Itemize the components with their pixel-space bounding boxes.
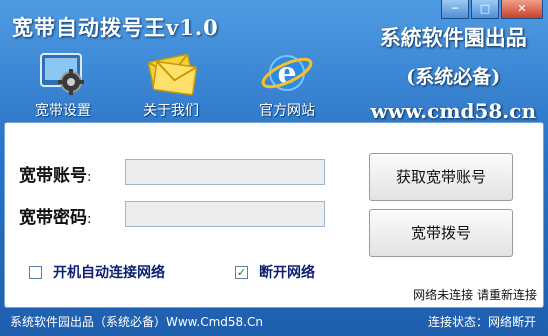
close-button[interactable]: ✕ (501, 0, 543, 19)
disconnect-label: 断开网络 (259, 265, 315, 281)
account-input[interactable] (125, 159, 325, 185)
settings-gear-icon (35, 50, 91, 96)
status-bar: 系统软件园出品（系统必备）Www.Cmd58.Cn 连接状态：网络断开 (0, 308, 548, 336)
maximize-button[interactable]: □ (471, 0, 499, 19)
main-panel: 宽带账号: 宽带密码: 获取宽带账号 宽带拨号 开机自动连接网络 ✓ 断开网络 … (4, 122, 544, 308)
toolbar-settings[interactable]: 宽带设置 (20, 50, 106, 120)
brand-url: www.cmd58.cn (370, 99, 536, 123)
brand-block: 系統软件園出品 (系统必备) www.cmd58.cn (371, 22, 536, 123)
password-input[interactable] (125, 201, 325, 227)
auto-connect-checkbox[interactable] (29, 266, 42, 279)
toolbar-about[interactable]: 关于我们 (128, 50, 214, 120)
check-mark-icon: ✓ (236, 266, 247, 279)
window-controls: ─ □ ✕ (439, 0, 543, 19)
ie-browser-icon: e (259, 50, 315, 96)
brand-name: 系統软件園出品 (379, 25, 527, 50)
dial-button[interactable]: 宽带拨号 (369, 209, 513, 257)
app-window: 宽带自动拨号王v1.0 ─ □ ✕ 宽带设置 关于我们 e 官方网站 系統软件園… (0, 0, 548, 336)
brand-tagline: (系统必备) (406, 66, 501, 88)
minimize-button[interactable]: ─ (441, 0, 469, 19)
get-account-button[interactable]: 获取宽带账号 (369, 153, 513, 201)
password-label: 宽带密码: (19, 208, 92, 228)
connection-status: 连接状态：网络断开 (427, 315, 536, 329)
window-title: 宽带自动拨号王v1.0 (12, 15, 219, 40)
toolbar-website-label: 官方网站 (259, 103, 315, 119)
toolbar-about-label: 关于我们 (143, 103, 199, 119)
account-label-text: 宽带账号 (19, 166, 87, 186)
disconnect-checkbox[interactable]: ✓ (235, 266, 248, 279)
status-bar-left: 系统软件园出品（系统必备）Www.Cmd58.Cn (10, 315, 263, 329)
auto-connect-label: 开机自动连接网络 (53, 265, 165, 281)
envelope-icon (143, 50, 199, 96)
toolbar-settings-label: 宽带设置 (35, 103, 91, 119)
network-message: 网络未连接 请重新连接 (413, 288, 537, 302)
password-label-text: 宽带密码 (19, 208, 87, 228)
account-label: 宽带账号: (19, 166, 92, 186)
toolbar-website[interactable]: e 官方网站 (244, 50, 330, 120)
